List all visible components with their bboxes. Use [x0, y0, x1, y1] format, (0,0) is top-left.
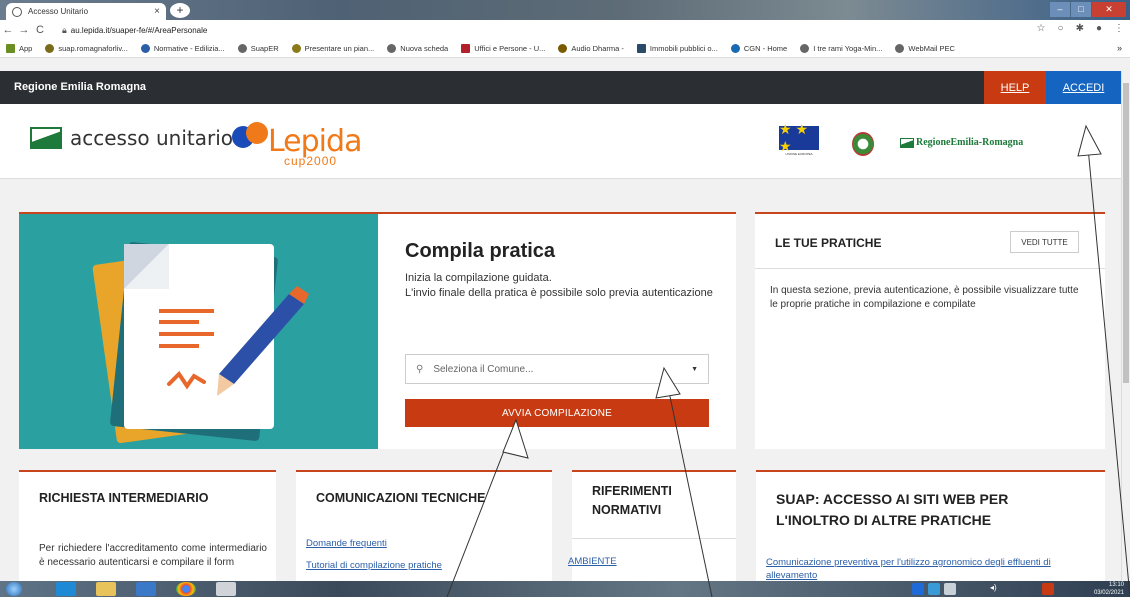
address-bar: ← → C 🔒︎ au.lepida.it/suaper-fe/#/AreaPe…	[0, 20, 1130, 40]
lepida-logo: Lepida cup2000	[232, 118, 362, 170]
divider	[755, 268, 1105, 269]
puzzle-icon[interactable]: ✱	[1076, 23, 1084, 34]
comunicazioni-tecniche-card: COMUNICAZIONI TECNICHE Domande frequenti…	[296, 470, 552, 590]
hero-description: Inizia la compilazione guidata. L'invio …	[405, 272, 713, 299]
vedi-tutte-button[interactable]: VEDI TUTTE	[1010, 231, 1079, 253]
page-title: Compila pratica	[405, 240, 556, 262]
tutorial-link[interactable]: Tutorial di compilazione pratiche	[306, 560, 442, 571]
file-explorer-icon[interactable]	[96, 582, 116, 596]
avvia-compilazione-button[interactable]: AVVIA COMPILAZIONE	[405, 399, 709, 427]
card-title: COMUNICAZIONI TECNICHE	[316, 491, 486, 505]
document-illustration	[19, 214, 378, 449]
comunicazione-preventiva-link[interactable]: Comunicazione preventiva per l'utilizzo …	[766, 556, 1096, 582]
bookmark-item[interactable]: CGN - Home	[730, 44, 787, 53]
bookmark-item[interactable]: Immobili pubblici o...	[636, 44, 718, 53]
eu-logo: ★ ★ ★ UNIONE EUROPEA	[775, 121, 823, 160]
page-scrollbar[interactable]	[1121, 71, 1130, 581]
pratiche-description: In questa sezione, previa autenticazione…	[770, 285, 1079, 310]
close-tab-icon[interactable]: ×	[154, 6, 160, 17]
network-icon[interactable]	[944, 583, 956, 595]
card-title: RIFERIMENTI NORMATIVI	[592, 484, 672, 517]
accesso-unitario-text: accesso unitario	[70, 126, 234, 150]
os-taskbar: ◂) 13:10 03/02/2021	[0, 581, 1130, 597]
pratiche-title: LE TUE PRATICHE	[775, 236, 882, 250]
minimize-button[interactable]: –	[1050, 2, 1070, 17]
compila-pratica-card: Compila pratica Inizia la compilazione g…	[19, 212, 736, 449]
forward-button[interactable]: →	[16, 24, 32, 36]
bookmark-item[interactable]: Normative - Edilizia...	[140, 44, 225, 53]
extension-icon[interactable]: ○	[1058, 23, 1064, 34]
media-player-icon[interactable]	[136, 582, 156, 596]
comune-select[interactable]: ⚲ Seleziona il Comune... ▼	[405, 354, 709, 384]
tab-title: Accesso Unitario	[28, 7, 89, 16]
region-flag-icon	[30, 127, 62, 149]
regione-emilia-romagna-logo: RegioneEmilia-Romagna	[900, 137, 1023, 148]
maximize-button[interactable]: □	[1071, 2, 1091, 17]
globe-icon	[12, 6, 22, 17]
location-pin-icon: ⚲	[416, 363, 424, 375]
card-title: RICHIESTA INTERMEDIARIO	[39, 491, 209, 505]
site-header: Regione Emilia Romagna HELP ACCEDI	[0, 71, 1121, 104]
card-text: Per richiedere l'accreditamento come int…	[39, 543, 267, 568]
back-button[interactable]: ←	[0, 24, 16, 36]
close-window-button[interactable]: ✕	[1092, 2, 1126, 17]
bookmark-item[interactable]: Nuova scheda	[387, 44, 448, 53]
comune-select-placeholder: Seleziona il Comune...	[433, 363, 534, 375]
login-button[interactable]: ACCEDI	[1046, 71, 1121, 104]
bookmark-item[interactable]: SuapER	[237, 44, 279, 53]
menu-icon[interactable]: ⋮	[1114, 23, 1124, 34]
lock-icon: 🔒︎	[62, 24, 67, 35]
volume-icon[interactable]: ◂)	[990, 583, 1002, 595]
bookmark-item[interactable]: Audio Dharma -	[558, 44, 624, 53]
chevron-down-icon: ▼	[691, 365, 698, 373]
bookmark-item[interactable]: Uffici e Persone - U...	[461, 44, 545, 53]
card-title: SUAP: ACCESSO AI SITI WEB PER L'INOLTRO …	[776, 491, 1009, 528]
bookmarks-more-button[interactable]: »	[1117, 43, 1122, 53]
browser-toolbar-icons: ☆ ○ ✱ ● ⋮	[1037, 23, 1124, 34]
new-tab-button[interactable]: +	[170, 3, 190, 18]
url-field[interactable]: au.lepida.it/suaper-fe/#/AreaPersonale	[71, 26, 208, 35]
window-controls: – □ ✕	[1050, 2, 1126, 17]
riferimenti-normativi-card: RIFERIMENTI NORMATIVI AMBIENTE	[568, 470, 736, 590]
browser-tab-bar: Accesso Unitario × + – □ ✕	[0, 0, 1130, 20]
bookmark-item[interactable]: WebMail PEC	[895, 44, 955, 53]
richiesta-intermediario-card: RICHIESTA INTERMEDIARIO Per richiedere l…	[19, 470, 276, 590]
bookmark-star-icon[interactable]: ☆	[1037, 23, 1046, 34]
region-title: Regione Emilia Romagna	[14, 81, 147, 93]
ambiente-link[interactable]: AMBIENTE	[568, 556, 617, 567]
bookmark-item[interactable]: App	[6, 44, 32, 53]
divider	[572, 538, 736, 539]
le-tue-pratiche-card: LE TUE PRATICHE VEDI TUTTE In questa sez…	[755, 212, 1105, 449]
logo-bar: accesso unitario Lepida cup2000 ★ ★ ★ UN…	[0, 104, 1121, 179]
start-button[interactable]	[6, 582, 22, 596]
bookmark-item[interactable]: I tre rami Yoga-Min...	[800, 44, 882, 53]
profile-avatar[interactable]: ●	[1096, 23, 1102, 34]
internet-explorer-icon[interactable]	[56, 582, 76, 596]
notepad-icon[interactable]	[216, 582, 236, 596]
chrome-icon[interactable]	[176, 582, 196, 596]
notification-icon[interactable]	[1042, 583, 1054, 595]
italian-republic-emblem	[852, 132, 874, 156]
browser-tab[interactable]: Accesso Unitario ×	[6, 3, 166, 20]
accesso-unitario-logo[interactable]: accesso unitario	[30, 126, 233, 150]
reload-button[interactable]: C	[32, 24, 48, 36]
tray-icon[interactable]	[928, 583, 940, 595]
bookmark-item[interactable]: Presentare un pian...	[291, 44, 374, 53]
bookmarks-bar: App suap.romagnaforliv... Normative - Ed…	[0, 40, 1130, 58]
suap-accesso-siti-card: SUAP: ACCESSO AI SITI WEB PER L'INOLTRO …	[756, 470, 1105, 590]
scrollbar-thumb[interactable]	[1123, 83, 1129, 383]
clock: 13:10 03/02/2021	[1093, 582, 1124, 596]
tray-icon[interactable]	[912, 583, 924, 595]
domande-frequenti-link[interactable]: Domande frequenti	[306, 538, 387, 549]
help-button[interactable]: HELP	[984, 71, 1046, 104]
bookmark-item[interactable]: suap.romagnaforliv...	[45, 44, 128, 53]
